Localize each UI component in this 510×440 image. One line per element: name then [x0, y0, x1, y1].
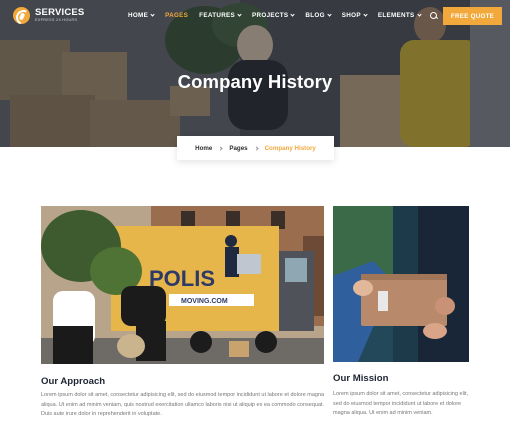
logo-text: SERVICES EXPRESS 24 HOURS [35, 8, 84, 23]
menu-item-features[interactable]: FEATURES [199, 12, 242, 19]
menu-item-blog[interactable]: BLOG [305, 12, 332, 19]
menu-item-label: HOME [128, 12, 149, 19]
main-menu: HOME PAGES FEATURES PROJECTS BLOG SHOP E… [128, 12, 432, 19]
logo-title: SERVICES [35, 7, 85, 18]
logo-icon [13, 7, 30, 24]
menu-item-label: PROJECTS [252, 12, 289, 19]
breadcrumb-current: Company History [264, 144, 316, 152]
menu-item-elements[interactable]: ELEMENTS [377, 12, 422, 19]
menu-item-shop[interactable]: SHOP [341, 12, 368, 19]
chevron-down-icon [150, 12, 155, 17]
mission-text: Lorem ipsum dolor sit amet, consectetur … [333, 391, 469, 417]
free-quote-button[interactable]: FREE QUOTE [443, 7, 502, 25]
breadcrumb-home[interactable]: Home [195, 145, 212, 152]
chevron-right-icon [218, 145, 223, 151]
approach-title: Our Approach [41, 376, 106, 387]
approach-text: Lorem ipsum dolor sit amet, consectetur … [41, 392, 325, 418]
breadcrumb: Home Pages Company History [177, 136, 334, 160]
breadcrumb-pages[interactable]: Pages [229, 145, 247, 152]
mission-title: Our Mission [333, 373, 389, 384]
chevron-right-icon [253, 145, 259, 151]
menu-item-pages[interactable]: PAGES [165, 12, 188, 19]
menu-item-label: ELEMENTS [377, 12, 415, 19]
menu-item-label: PAGES [165, 12, 189, 19]
page-title: Company History [177, 71, 333, 92]
truck-sign-url: MOVING.COM [181, 298, 228, 305]
site-logo[interactable]: SERVICES EXPRESS 24 HOURS [13, 7, 84, 24]
approach-image: POLIS MOVING.COM [41, 206, 324, 364]
chevron-down-icon [416, 12, 422, 17]
logo-subtitle: EXPRESS 24 HOURS [35, 18, 78, 22]
chevron-down-icon [290, 12, 296, 17]
package-delivery-photo [333, 206, 469, 362]
menu-item-label: BLOG [305, 12, 325, 19]
menu-item-label: SHOP [341, 12, 361, 19]
chevron-down-icon [363, 12, 368, 17]
mission-image [333, 206, 469, 362]
search-icon[interactable] [430, 12, 438, 20]
chevron-down-icon [237, 12, 242, 17]
chevron-down-icon [327, 12, 332, 17]
menu-item-label: FEATURES [199, 12, 236, 19]
moving-truck-photo: POLIS MOVING.COM [41, 206, 324, 364]
menu-item-home[interactable]: HOME [128, 12, 155, 19]
top-navigation: SERVICES EXPRESS 24 HOURS HOME PAGES FEA… [0, 0, 510, 32]
menu-item-projects[interactable]: PROJECTS [252, 12, 296, 19]
